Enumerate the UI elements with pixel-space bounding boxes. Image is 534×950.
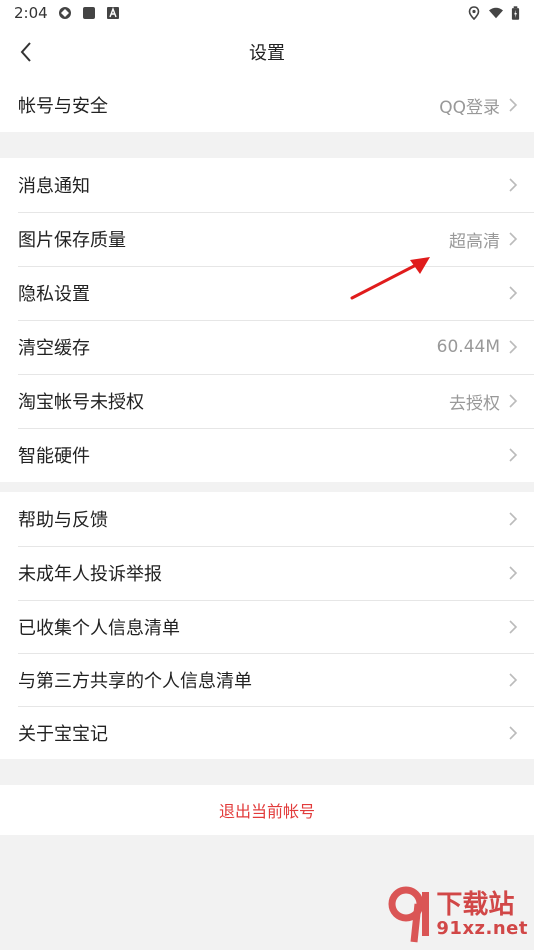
shared-info-list-row[interactable]: 与第三方共享的个人信息清单 — [0, 653, 534, 706]
minor-report-row[interactable]: 未成年人投诉举报 — [0, 546, 534, 600]
row-label: 清空缓存 — [18, 338, 90, 359]
chevron-right-icon — [509, 672, 518, 687]
section-gap — [0, 132, 534, 158]
account-security-row[interactable]: 帐号与安全 QQ登录 — [0, 78, 534, 132]
battery-icon — [511, 5, 520, 20]
settings-group-general: 消息通知 图片保存质量 超高清 隐私设置 清空缓存 60.44M 淘宝帐号未授权… — [0, 158, 534, 482]
taobao-auth-row[interactable]: 淘宝帐号未授权 去授权 — [0, 374, 534, 428]
chevron-right-icon — [509, 394, 518, 408]
privacy-settings-row[interactable]: 隐私设置 — [0, 266, 534, 320]
section-gap — [0, 482, 534, 492]
clear-cache-row[interactable]: 清空缓存 60.44M — [0, 320, 534, 374]
chevron-right-icon — [509, 448, 518, 462]
smart-hardware-row[interactable]: 智能硬件 — [0, 428, 534, 482]
row-label: 智能硬件 — [18, 446, 90, 467]
wifi-icon — [489, 7, 503, 19]
title-bar: 设置 — [0, 26, 534, 78]
row-label: 淘宝帐号未授权 — [18, 392, 144, 413]
location-icon — [468, 6, 480, 20]
watermark: 下载站 91xz.net — [382, 886, 528, 944]
chevron-right-icon — [509, 566, 518, 580]
about-row[interactable]: 关于宝宝记 — [0, 706, 534, 759]
collected-info-list-row[interactable]: 已收集个人信息清单 — [0, 600, 534, 653]
row-label: 帮助与反馈 — [18, 510, 108, 531]
back-arrow-icon — [20, 42, 31, 62]
row-label: 与第三方共享的个人信息清单 — [18, 670, 252, 692]
chevron-right-icon — [509, 286, 518, 300]
chevron-right-icon — [509, 725, 518, 740]
row-label: 未成年人投诉举报 — [18, 564, 162, 585]
chevron-right-icon — [509, 178, 518, 192]
row-label: 图片保存质量 — [18, 230, 126, 251]
image-quality-row[interactable]: 图片保存质量 超高清 — [0, 212, 534, 266]
logout-label: 退出当前帐号 — [218, 802, 315, 821]
logout-button[interactable]: 退出当前帐号 — [0, 785, 534, 835]
row-value: 超高清 — [449, 231, 500, 252]
status-time: 2:04 — [14, 4, 48, 22]
back-button[interactable] — [8, 34, 44, 70]
message-notification-row[interactable]: 消息通知 — [0, 158, 534, 212]
section-gap — [0, 759, 534, 785]
row-label: 隐私设置 — [18, 284, 90, 305]
row-label: 消息通知 — [18, 176, 90, 197]
chevron-right-icon — [509, 232, 518, 246]
chevron-right-icon — [509, 98, 518, 112]
page-title: 设置 — [249, 43, 285, 64]
status-left: 2:04 — [14, 4, 120, 22]
watermark-text: 下载站 91xz.net — [436, 891, 528, 939]
watermark-logo-icon — [388, 886, 430, 943]
watermark-bottom: 91xz.net — [436, 918, 528, 939]
watermark-top: 下载站 — [436, 890, 515, 920]
app-a-icon — [106, 7, 119, 19]
row-value: QQ登录 — [439, 97, 500, 118]
settings-group-about: 帮助与反馈 未成年人投诉举报 已收集个人信息清单 与第三方共享的个人信息清单 关… — [0, 492, 534, 759]
row-label: 帐号与安全 — [18, 96, 108, 117]
status-right — [467, 5, 520, 21]
vpn-shield-icon — [58, 7, 71, 19]
row-label: 关于宝宝记 — [18, 723, 108, 745]
chevron-right-icon — [509, 619, 518, 634]
status-bar: 2:04 — [0, 0, 534, 26]
row-value: 60.44M — [436, 337, 500, 357]
row-value: 去授权 — [449, 393, 500, 414]
chevron-right-icon — [509, 512, 518, 526]
chevron-right-icon — [509, 340, 518, 354]
help-feedback-row[interactable]: 帮助与反馈 — [0, 492, 534, 546]
notification-square-icon — [82, 7, 95, 19]
row-label: 已收集个人信息清单 — [18, 617, 180, 639]
settings-group-account: 帐号与安全 QQ登录 — [0, 78, 534, 132]
